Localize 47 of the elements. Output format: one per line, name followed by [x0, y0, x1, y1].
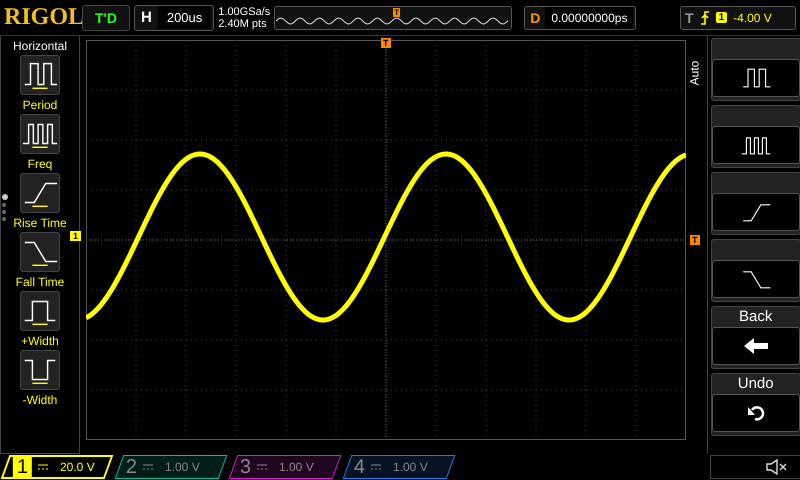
softkey-label: Undo: [738, 374, 774, 394]
dc-coupling-icon: [143, 464, 154, 470]
sample-rate: 1.00GSa/s: [218, 6, 270, 18]
softkey-label: Back: [739, 307, 772, 327]
measure-button[interactable]: [20, 350, 60, 390]
trigger-position-marker[interactable]: T: [381, 38, 390, 48]
measure-label: Freq: [28, 157, 52, 171]
dc-coupling-icon: [371, 464, 382, 470]
run-status: T'D: [82, 4, 130, 30]
measure-label: Rise Time: [13, 216, 67, 230]
memory-depth: 2.40M pts: [218, 18, 268, 30]
menu-title: Auto: [687, 60, 702, 86]
dc-coupling-icon: [257, 464, 268, 470]
measure-button[interactable]: [20, 114, 60, 154]
measure-button[interactable]: [20, 232, 60, 272]
measure-button[interactable]: [20, 55, 60, 95]
measure-label: Period: [22, 98, 58, 112]
measure-label: -Width: [22, 393, 58, 407]
measure-button[interactable]: [20, 173, 60, 213]
trigger-position-marker: T: [393, 8, 400, 16]
measure-label: Fall Time: [16, 275, 64, 289]
measure-button[interactable]: [20, 291, 60, 331]
channel-tab[interactable]: 4 1.00 V: [342, 455, 456, 479]
page-dot[interactable]: [2, 203, 6, 207]
timebase-display[interactable]: H 200us: [134, 4, 214, 30]
menu-title: Horizontal: [12, 39, 68, 53]
sound-button[interactable]: [710, 455, 800, 479]
rising-edge-icon: [700, 10, 710, 24]
page-dot[interactable]: [2, 217, 6, 221]
delay-display[interactable]: D 0.00000000ps: [524, 6, 636, 30]
softkey-button[interactable]: [712, 126, 800, 164]
speaker-muted-icon: [766, 459, 788, 475]
undo-icon: [746, 405, 765, 421]
page-dot[interactable]: [2, 194, 8, 200]
page-dot[interactable]: [2, 210, 6, 214]
measure-label: +Width: [21, 334, 59, 348]
dc-coupling-icon: [38, 464, 48, 470]
softkey-button[interactable]: [712, 394, 800, 432]
channel-tab[interactable]: 1 20.0 V: [0, 455, 114, 479]
trigger-display[interactable]: T 1 -4.00 V: [680, 6, 796, 30]
softkey-button[interactable]: [712, 327, 800, 365]
channel-offset-marker[interactable]: 1: [70, 231, 82, 241]
channel-tab[interactable]: 2 1.00 V: [114, 455, 228, 479]
trigger-level-marker[interactable]: T: [690, 235, 700, 245]
back-arrow-icon: [742, 337, 769, 355]
softkey-button[interactable]: [712, 59, 800, 97]
channel-tab[interactable]: 3 1.00 V: [228, 455, 342, 479]
